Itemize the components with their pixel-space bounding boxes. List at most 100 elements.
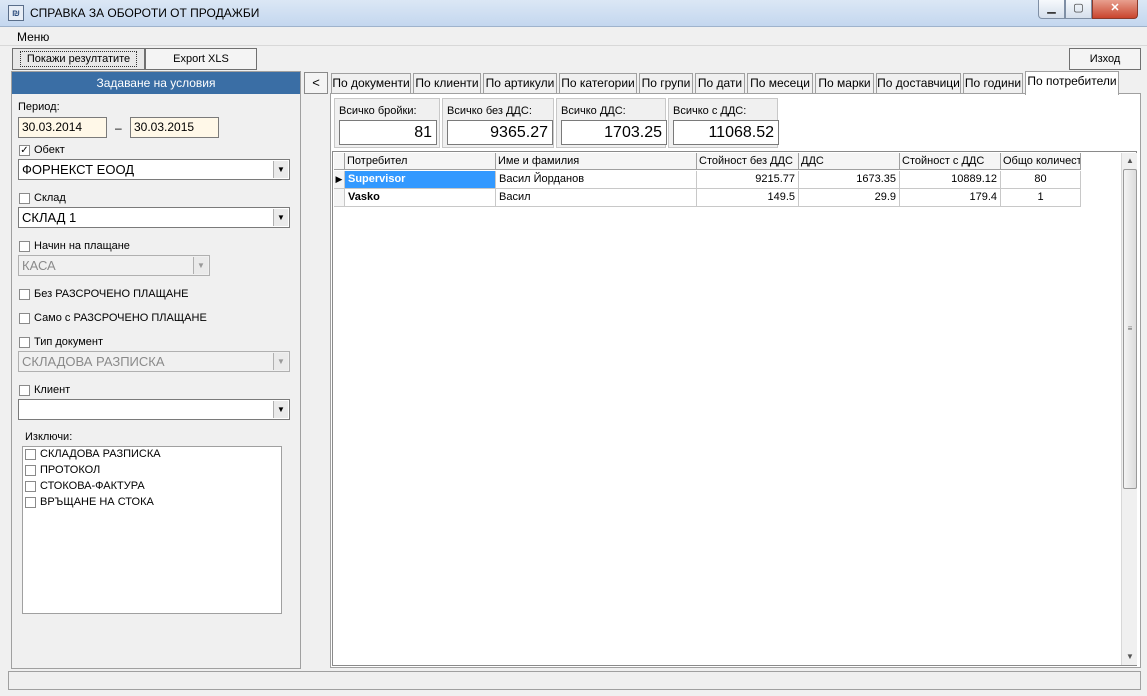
tab-by-months[interactable]: По месеци xyxy=(747,73,813,94)
exit-button[interactable]: Изход xyxy=(1069,48,1141,70)
chevron-down-icon[interactable]: ▼ xyxy=(193,257,208,274)
exclude-checkbox[interactable] xyxy=(25,480,36,492)
column-header-no-vat[interactable]: Стойност без ДДС xyxy=(697,153,799,170)
vertical-scrollbar[interactable]: ▲ ≡ ▼ xyxy=(1121,153,1137,665)
close-icon[interactable]: ✕ xyxy=(1092,0,1138,19)
summary-total-with-vat: Всичко с ДДС: 11068.52 xyxy=(668,98,779,148)
conditions-header: Задаване на условия xyxy=(12,72,300,94)
exclude-checkbox[interactable] xyxy=(25,448,36,460)
doctype-select[interactable]: СКЛАДОВА РАЗПИСКА ▼ xyxy=(18,351,290,372)
table-cell[interactable]: Supervisor xyxy=(345,171,496,189)
tab-content: Всичко бройки: 81 Всичко без ДДС: 9365.2… xyxy=(330,93,1141,668)
list-item[interactable]: ПРОТОКОЛ xyxy=(25,464,100,480)
summary-total-vat: Всичко ДДС: 1703.25 xyxy=(556,98,667,148)
chevron-down-icon[interactable]: ▼ xyxy=(273,209,288,226)
table-cell[interactable]: 29.9 xyxy=(799,189,900,207)
tab-by-suppliers[interactable]: По доставчици xyxy=(876,73,961,94)
table-cell[interactable]: 179.4 xyxy=(900,189,1001,207)
exclude-item-label: СТОКОВА-ФАКТУРА xyxy=(40,480,145,492)
chevron-down-icon[interactable]: ▼ xyxy=(273,353,288,370)
table-cell[interactable]: Vasko xyxy=(345,189,496,207)
table-cell[interactable]: 149.5 xyxy=(697,189,799,207)
warehouse-label: Склад xyxy=(34,192,66,204)
exclude-checkbox[interactable] xyxy=(25,464,36,476)
tab-by-clients[interactable]: По клиенти xyxy=(413,73,481,94)
date-to-field[interactable]: 30.03.2015 xyxy=(130,117,219,138)
tab-by-articles[interactable]: По артикули xyxy=(483,73,557,94)
total-no-vat-value: 9365.27 xyxy=(447,120,553,145)
table-cell[interactable]: Васил xyxy=(496,189,697,207)
total-no-vat-label: Всичко без ДДС: xyxy=(447,105,532,117)
exclude-item-label: СКЛАДОВА РАЗПИСКА xyxy=(40,448,161,460)
table-cell[interactable]: 1673.35 xyxy=(799,171,900,189)
only-installment-label: Само с РАЗСРОЧЕНО ПЛАЩАНЕ xyxy=(34,312,207,324)
tab-by-groups[interactable]: По групи xyxy=(639,73,693,94)
doctype-checkbox[interactable] xyxy=(19,337,30,348)
tab-by-years[interactable]: По години xyxy=(963,73,1023,94)
window-title: СПРАВКА ЗА ОБОРОТИ ОТ ПРОДАЖБИ xyxy=(30,6,260,20)
collapse-panel-button[interactable]: < xyxy=(304,72,328,94)
menu-item[interactable]: Меню xyxy=(17,30,49,44)
row-header-corner xyxy=(334,153,345,170)
tab-by-dates[interactable]: По дати xyxy=(695,73,745,94)
warehouse-select[interactable]: СКЛАД 1 ▼ xyxy=(18,207,290,228)
title-bar: ₪ СПРАВКА ЗА ОБОРОТИ ОТ ПРОДАЖБИ ▁ ▢ ✕ xyxy=(0,0,1147,27)
payment-checkbox[interactable] xyxy=(19,241,30,252)
main-window: ₪ СПРАВКА ЗА ОБОРОТИ ОТ ПРОДАЖБИ ▁ ▢ ✕ М… xyxy=(0,0,1147,696)
column-header-with-vat[interactable]: Стойност с ДДС xyxy=(900,153,1001,170)
scroll-up-icon[interactable]: ▲ xyxy=(1122,153,1138,169)
tab-by-users[interactable]: По потребители xyxy=(1025,71,1119,95)
object-checkbox[interactable]: ✓ xyxy=(19,145,30,156)
table-cell[interactable]: 80 xyxy=(1001,171,1081,189)
table-cell[interactable]: 9215.77 xyxy=(697,171,799,189)
warehouse-checkbox[interactable] xyxy=(19,193,30,204)
object-select[interactable]: ФОРНЕКСТ ЕООД ▼ xyxy=(18,159,290,180)
warehouse-value: СКЛАД 1 xyxy=(22,210,77,225)
object-label: Обект xyxy=(34,144,65,156)
exclude-label: Изключи: xyxy=(25,431,73,443)
tab-by-categories[interactable]: По категории xyxy=(559,73,637,94)
total-qty-value: 81 xyxy=(339,120,437,145)
only-installment-checkbox[interactable] xyxy=(19,313,30,324)
maximize-icon[interactable]: ▢ xyxy=(1065,0,1092,19)
period-label: Период: xyxy=(18,101,60,113)
export-xls-button[interactable]: Export XLS xyxy=(145,48,257,70)
no-installment-checkbox[interactable] xyxy=(19,289,30,300)
exclude-checkbox[interactable] xyxy=(25,496,36,508)
table-cell[interactable]: 10889.12 xyxy=(900,171,1001,189)
summary-total-qty: Всичко бройки: 81 xyxy=(334,98,440,148)
total-vat-value: 1703.25 xyxy=(561,120,667,145)
tab-by-documents[interactable]: По документи xyxy=(331,73,411,94)
total-qty-label: Всичко бройки: xyxy=(339,105,417,117)
payment-label: Начин на плащане xyxy=(34,240,130,252)
summary-total-no-vat: Всичко без ДДС: 9365.27 xyxy=(442,98,554,148)
date-from-field[interactable]: 30.03.2014 xyxy=(18,117,107,138)
scroll-thumb[interactable]: ≡ xyxy=(1123,169,1137,489)
scroll-down-icon[interactable]: ▼ xyxy=(1122,649,1138,665)
current-row-icon: ▶ xyxy=(334,171,345,189)
client-checkbox[interactable] xyxy=(19,385,30,396)
no-installment-label: Без РАЗСРОЧЕНО ПЛАЩАНЕ xyxy=(34,288,189,300)
show-results-button[interactable]: Покажи резултатите xyxy=(12,48,145,70)
list-item[interactable]: СКЛАДОВА РАЗПИСКА xyxy=(25,448,161,464)
payment-select[interactable]: КАСА ▼ xyxy=(18,255,210,276)
exclude-item-label: ВРЪЩАНЕ НА СТОКА xyxy=(40,496,154,508)
column-header-user[interactable]: Потребител xyxy=(345,153,496,170)
column-header-qty[interactable]: Общо количест xyxy=(1001,153,1081,170)
table-cell[interactable]: 1 xyxy=(1001,189,1081,207)
table-cell[interactable]: Васил Йорданов xyxy=(496,171,697,189)
total-vat-label: Всичко ДДС: xyxy=(561,105,626,117)
list-item[interactable]: СТОКОВА-ФАКТУРА xyxy=(25,480,145,496)
minimize-icon[interactable]: ▁ xyxy=(1038,0,1065,19)
row-indicator xyxy=(334,189,345,207)
chevron-down-icon[interactable]: ▼ xyxy=(273,161,288,178)
list-item[interactable]: ВРЪЩАНЕ НА СТОКА xyxy=(25,496,154,512)
show-results-label: Покажи резултатите xyxy=(19,51,138,67)
client-select[interactable]: ▼ xyxy=(18,399,290,420)
tab-by-brands[interactable]: По марки xyxy=(815,73,874,94)
chevron-down-icon[interactable]: ▼ xyxy=(273,401,288,418)
column-header-name[interactable]: Име и фамилия xyxy=(496,153,697,170)
menu-bar: Меню xyxy=(0,28,1147,46)
toolbar: Покажи резултатите Export XLS Изход xyxy=(0,47,1147,71)
column-header-vat[interactable]: ДДС xyxy=(799,153,900,170)
